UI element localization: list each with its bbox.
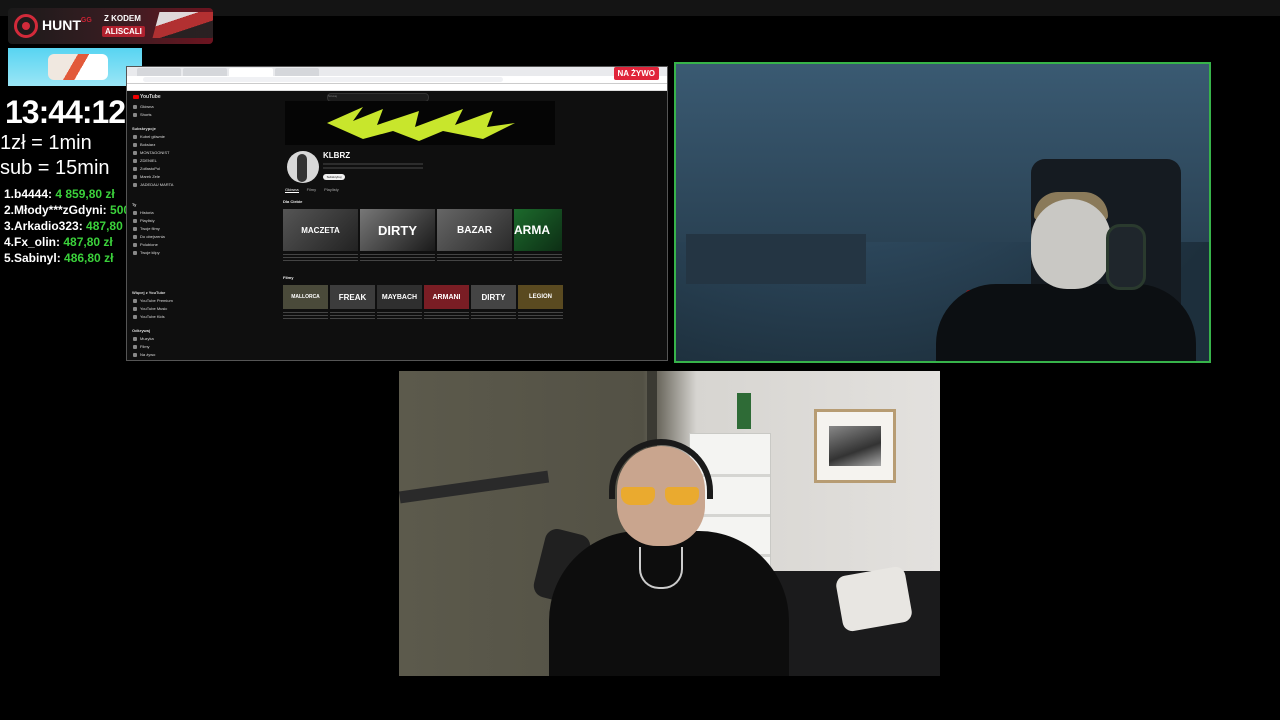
mic-arm xyxy=(399,470,550,504)
wall-picture xyxy=(814,409,896,483)
headset-icon xyxy=(1106,224,1146,290)
live-badge: NA ŻYWO xyxy=(613,67,659,80)
video-thumbnail[interactable]: LEGION xyxy=(518,285,563,309)
video-thumbnail[interactable]: MALLORCA xyxy=(283,285,328,309)
sidebar-item-more[interactable]: YouTube Premium xyxy=(133,298,173,303)
browser-tab[interactable] xyxy=(183,68,227,76)
sidebar-item-you[interactable]: Twoje klipy xyxy=(133,250,160,255)
sidebar-item-explore[interactable]: Na żywo xyxy=(133,352,155,357)
youtube-sidebar: YouTube Główna Shorts Subskrypcje Kubeł … xyxy=(127,90,175,358)
sidebar-heading-you[interactable]: Ty xyxy=(132,202,136,207)
video-card[interactable]: FREAK xyxy=(330,285,375,319)
sponsor-brand: HUNTGG xyxy=(42,17,92,33)
sponsor-banner: HUNTGG Z KODEM ALISCALI xyxy=(8,8,213,44)
video-card[interactable]: ARMA xyxy=(514,209,562,261)
browser-tabstrip[interactable] xyxy=(127,67,667,76)
guest-face xyxy=(1031,199,1111,289)
video-thumbnail[interactable]: BAZAR xyxy=(437,209,512,251)
tab-playlists[interactable]: Playlisty xyxy=(324,187,339,192)
sponsor-preview-image xyxy=(8,48,142,86)
sidebar-item-shorts[interactable]: Shorts xyxy=(133,112,152,117)
youtube-logo-icon[interactable]: YouTube xyxy=(133,94,161,100)
video-thumbnail[interactable]: DIRTY xyxy=(360,209,435,251)
browser-tab-active[interactable] xyxy=(229,68,273,76)
video-card[interactable]: DIRTY xyxy=(471,285,516,319)
webcam-streamer xyxy=(399,371,940,676)
channel-avatar[interactable] xyxy=(287,151,319,183)
sidebar-item-you[interactable]: Twoje filmy xyxy=(133,226,160,231)
section-title: Filmy xyxy=(283,275,294,280)
sidebar-heading-subs[interactable]: Subskrypcje xyxy=(132,126,156,131)
channel-name: KLBRZ xyxy=(323,151,351,160)
video-card[interactable]: ARMANI xyxy=(424,285,469,319)
code-label: Z KODEM xyxy=(104,14,141,23)
sidebar-item-home[interactable]: Główna xyxy=(133,104,154,109)
sidebar-item-explore[interactable]: Filmy xyxy=(133,344,150,349)
sidebar-item-more[interactable]: YouTube Kids xyxy=(133,314,165,319)
sidebar-item-you[interactable]: Polubione xyxy=(133,242,158,247)
subscribe-button[interactable]: Subskrybuj xyxy=(323,174,345,180)
hunt-logo-icon xyxy=(14,14,38,38)
code-value: ALISCALI xyxy=(102,26,145,37)
necklace xyxy=(639,547,683,589)
webcam-guest xyxy=(674,62,1211,363)
video-row: MACZETA DIRTY BAZAR ARMA xyxy=(283,209,562,261)
sidebar-item-more[interactable]: YouTube Music xyxy=(133,306,167,311)
video-thumbnail[interactable]: MAYBACH xyxy=(377,285,422,309)
weapon-image xyxy=(152,12,213,38)
channel-banner xyxy=(285,101,555,145)
video-card[interactable]: LEGION xyxy=(518,285,563,319)
sidebar-item-sub[interactable]: Kubeł głównie xyxy=(133,134,165,139)
section-title: Dla Ciebie xyxy=(283,199,303,204)
video-thumbnail[interactable]: FREAK xyxy=(330,285,375,309)
channel-logo-graphic xyxy=(327,107,515,141)
sidebar-item-sub[interactable]: Marek Zele xyxy=(133,174,160,179)
rate-sub: sub = 15min xyxy=(0,157,110,179)
sidebar-item-explore[interactable]: Muzyka xyxy=(133,336,154,341)
video-card[interactable]: MAYBACH xyxy=(377,285,422,319)
tab-home[interactable]: Główna xyxy=(285,187,299,193)
video-thumbnail[interactable]: ARMANI xyxy=(424,285,469,309)
video-card[interactable]: MACZETA xyxy=(283,209,358,261)
sidebar-item-sub[interactable]: Boksiarz xyxy=(133,142,155,147)
browser-tab[interactable] xyxy=(137,68,181,76)
channel-tabs: Główna Filmy Playlisty xyxy=(285,187,347,193)
browser-window[interactable]: NA ŻYWO YouTube Główna Shorts Subskrypcj… xyxy=(126,66,668,361)
video-thumbnail[interactable]: ARMA xyxy=(514,209,562,251)
sidebar-item-sub[interactable]: ZDENIEL xyxy=(133,158,157,163)
video-card[interactable]: BAZAR xyxy=(437,209,512,261)
tab-videos[interactable]: Filmy xyxy=(307,187,317,192)
video-row: MALLORCA FREAK MAYBACH ARMANI DIRTY LEGI… xyxy=(283,285,563,319)
sidebar-item-sub[interactable]: ZolfastoPol xyxy=(133,166,160,171)
sunglasses xyxy=(621,487,701,505)
sidebar-item-sub[interactable]: MONTAGONIST xyxy=(133,150,169,155)
video-card[interactable]: DIRTY xyxy=(360,209,435,261)
video-card[interactable]: MALLORCA xyxy=(283,285,328,319)
sidebar-heading-explore: Odkrywaj xyxy=(132,328,151,333)
subathon-timer: 13:44:12 xyxy=(5,94,126,130)
video-thumbnail[interactable]: MACZETA xyxy=(283,209,358,251)
browser-tab[interactable] xyxy=(275,68,319,76)
video-thumbnail[interactable]: DIRTY xyxy=(471,285,516,309)
sidebar-item-sub[interactable]: JADEDAU MARTA xyxy=(133,182,173,187)
sidebar-heading-more: Więcej z YouTube xyxy=(132,290,166,295)
sidebar-item-you[interactable]: Do obejrzenia xyxy=(133,234,165,239)
bookmarks-bar[interactable] xyxy=(127,84,667,91)
sidebar-item-you[interactable]: Playlisty xyxy=(133,218,155,223)
sidebar-item-you[interactable]: Historia xyxy=(133,210,154,215)
address-bar[interactable] xyxy=(127,76,667,84)
rate-money: 1zł = 1min xyxy=(0,132,92,154)
channel-meta xyxy=(323,161,423,169)
